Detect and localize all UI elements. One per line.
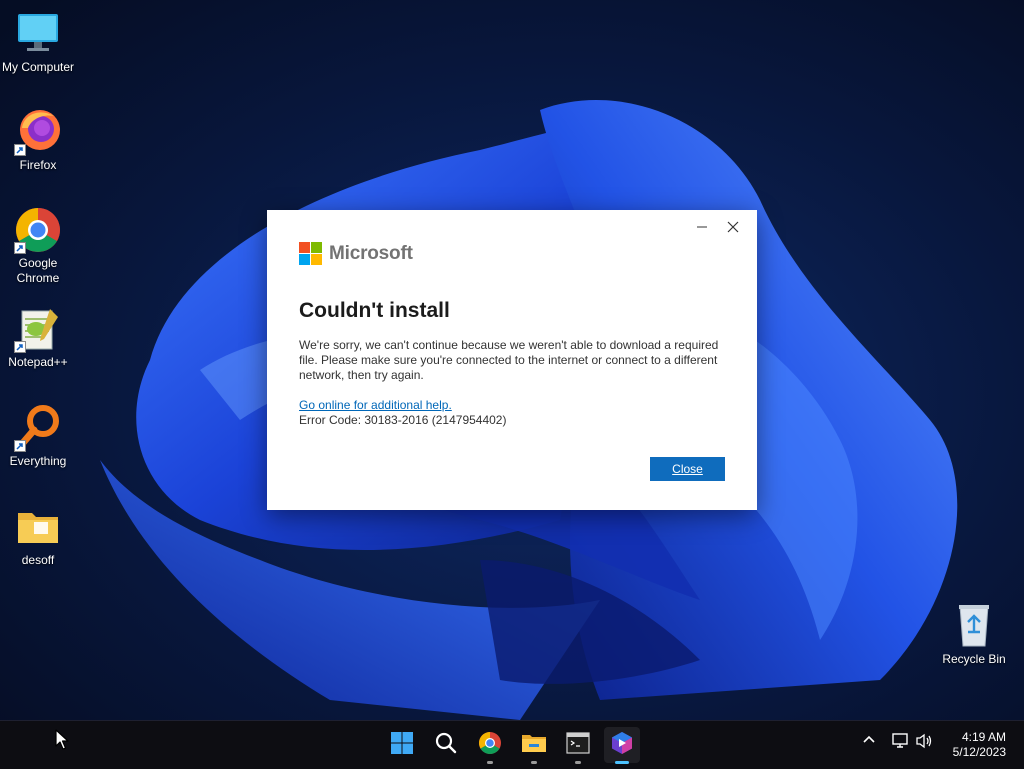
minimize-button[interactable]	[688, 218, 716, 240]
volume-button[interactable]	[915, 733, 935, 754]
close-window-button[interactable]	[719, 218, 747, 240]
desktop-icon-label: My Computer	[1, 60, 75, 74]
install-error-dialog: Microsoft Couldn't install We're sorry, …	[267, 210, 757, 510]
running-indicator	[575, 761, 581, 764]
network-button[interactable]	[890, 733, 910, 754]
network-icon	[891, 733, 909, 754]
help-link[interactable]: Go online for additional help.	[299, 398, 452, 412]
desktop-icon-label: Firefox	[19, 158, 57, 172]
desktop-icon-label: Everything	[9, 454, 67, 468]
taskbar-office-setup[interactable]	[604, 727, 640, 764]
minimize-icon	[696, 220, 708, 238]
chevron-up-icon	[862, 733, 876, 752]
desktop-icon-label: Google Chrome	[16, 256, 60, 285]
file-explorer-icon	[521, 731, 547, 760]
running-indicator	[615, 761, 629, 764]
computer-icon	[14, 10, 62, 58]
close-icon	[727, 220, 739, 238]
office-setup-icon	[610, 731, 634, 760]
desktop-icon-desoff[interactable]: desoff	[0, 503, 76, 568]
chrome-icon	[478, 731, 502, 760]
desktop-icon-recycle-bin[interactable]: Recycle Bin	[936, 602, 1012, 667]
taskbar: 4:19 AM 5/12/2023	[0, 720, 1024, 769]
firefox-icon	[14, 108, 62, 156]
clock-date: 5/12/2023	[952, 745, 1006, 759]
desktop-icon-label: desoff	[21, 553, 55, 567]
taskbar-terminal[interactable]	[560, 727, 596, 764]
mouse-cursor-icon	[55, 729, 69, 756]
dialog-title: Couldn't install	[299, 299, 450, 322]
desktop-icon-label: Recycle Bin	[942, 652, 1006, 666]
start-icon	[390, 731, 414, 760]
error-code: Error Code: 30183-2016 (2147954402)	[299, 413, 507, 427]
brand-name: Microsoft	[329, 242, 413, 264]
everything-icon	[14, 404, 62, 452]
desktop-icon-notepadpp[interactable]: Notepad++	[0, 305, 76, 370]
desktop-icon-firefox[interactable]: Firefox	[0, 108, 76, 173]
chrome-icon	[14, 206, 62, 254]
desktop-icon-everything[interactable]: Everything	[0, 404, 76, 469]
search-icon	[434, 731, 458, 760]
clock-time: 4:19 AM	[961, 730, 1006, 744]
volume-icon	[916, 733, 934, 754]
recycle-bin-icon	[950, 602, 998, 650]
search-button[interactable]	[428, 727, 464, 763]
terminal-icon	[566, 731, 590, 759]
close-button[interactable]: Close	[650, 457, 725, 481]
taskbar-chrome[interactable]	[472, 727, 508, 764]
show-hidden-icons-button[interactable]	[860, 733, 878, 752]
start-button[interactable]	[384, 727, 420, 763]
taskbar-file-explorer[interactable]	[516, 727, 552, 764]
microsoft-squares-icon	[299, 242, 322, 265]
running-indicator	[487, 761, 493, 764]
dialog-message: We're sorry, we can't continue because w…	[299, 338, 719, 382]
desktop-icon-label: Notepad++	[8, 355, 68, 369]
desktop-icon-chrome[interactable]: Google Chrome	[0, 206, 76, 286]
folder-icon	[14, 503, 62, 551]
microsoft-logo: Microsoft	[299, 242, 413, 265]
running-indicator	[531, 761, 537, 764]
notepadpp-icon	[14, 305, 62, 353]
desktop-icon-my-computer[interactable]: My Computer	[0, 10, 76, 75]
clock[interactable]: 4:19 AM 5/12/2023	[953, 730, 1006, 760]
